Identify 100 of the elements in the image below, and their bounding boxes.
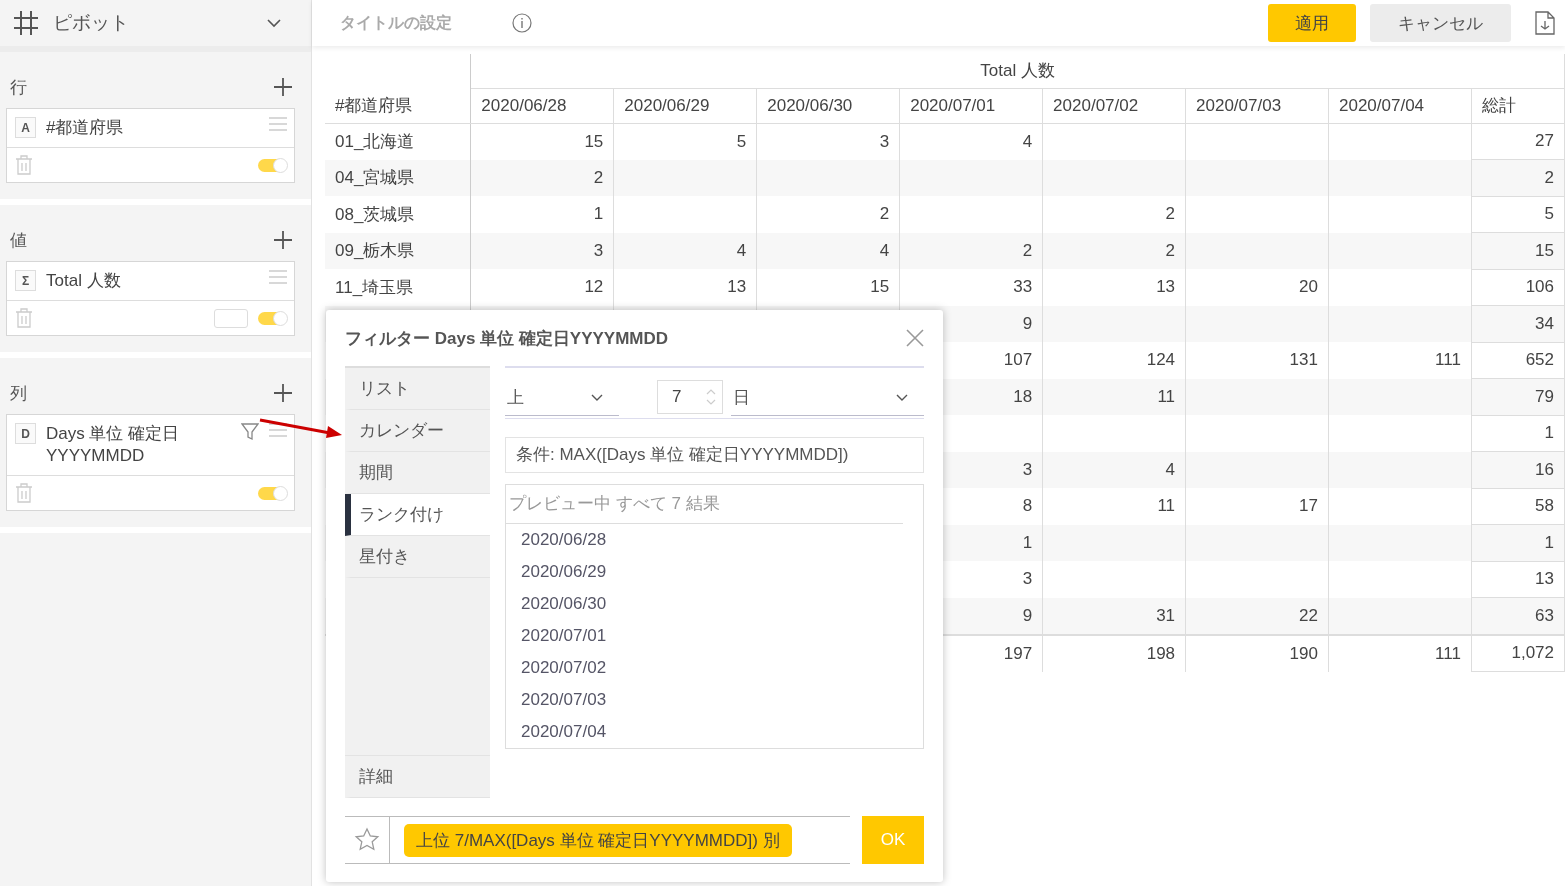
plus-icon[interactable] [273, 77, 293, 97]
table-cell: 111 [1435, 350, 1461, 370]
table-cell: 13 [1535, 569, 1554, 589]
dialog-title: フィルター Days 単位 確定日YYYYMMDD [345, 327, 669, 350]
filter-tab[interactable]: カレンダー [345, 410, 490, 452]
table-cell: 4 [1022, 131, 1033, 151]
plus-icon[interactable] [273, 383, 293, 403]
table-cell: 107 [1003, 350, 1033, 370]
row-label: 11_埼玉県 [335, 277, 414, 297]
star-icon[interactable] [354, 827, 380, 853]
table-cell: 2 [1165, 240, 1176, 260]
preview-header: プレビュー中 すべて 7 結果 [506, 485, 903, 524]
preview-item: 2020/07/01 [520, 625, 608, 647]
column-header: 2020/06/28 [481, 95, 567, 115]
direction-dropdown[interactable]: 上 [505, 380, 619, 416]
total-cell: 190 [1289, 643, 1318, 663]
table-cell: 34 [1535, 313, 1554, 333]
table-cell: 5 [736, 131, 747, 151]
table-cell: 1 [1022, 532, 1033, 552]
row-label: 04_宮城県 [335, 168, 415, 188]
row-label: 09_栃木県 [335, 241, 415, 261]
table-cell: 58 [1535, 496, 1554, 516]
filter-tab[interactable]: ランク付け [345, 494, 490, 536]
count-spinner[interactable]: 7 [657, 380, 723, 414]
table-cell: 9 [1022, 313, 1033, 333]
table-cell: 3 [1022, 569, 1033, 589]
drag-handle-icon[interactable] [269, 270, 287, 284]
table-cell: 11 [1157, 496, 1176, 516]
section-label: 値 [10, 229, 27, 252]
table-cell: 33 [1013, 277, 1033, 297]
table-cell: 22 [1299, 605, 1318, 625]
table-cell: 3 [1022, 459, 1033, 479]
table-cell: 63 [1535, 605, 1554, 625]
table-cell: 124 [1146, 350, 1176, 370]
table-cell: 1 [593, 204, 604, 224]
filter-tab[interactable]: 詳細 [345, 756, 490, 798]
table-cell: 15 [870, 277, 890, 297]
toggle-switch[interactable] [258, 486, 287, 500]
grid-icon [13, 10, 39, 36]
table-cell: 3 [879, 131, 890, 151]
toggle-switch[interactable] [258, 158, 287, 172]
info-icon [512, 13, 532, 33]
column-header: 2020/07/01 [910, 95, 996, 115]
panel-title: ピボット [53, 11, 129, 35]
table-cell: 2 [879, 204, 890, 224]
table-cell: 20 [1299, 277, 1318, 297]
trash-icon[interactable] [15, 483, 33, 503]
table-cell: 1 [1544, 532, 1554, 552]
group-header: Total 人数 [980, 61, 1055, 81]
column-header: #都道府県 [335, 95, 413, 115]
close-icon[interactable] [906, 329, 924, 347]
filter-tab[interactable]: 星付き [345, 536, 490, 578]
type-badge: A [15, 117, 36, 138]
chevron-down-icon [896, 393, 908, 402]
column-header: 2020/07/04 [1339, 95, 1425, 115]
table-cell: 13 [1156, 277, 1176, 297]
chevron-down-icon[interactable] [267, 18, 281, 28]
table-cell: 79 [1535, 386, 1554, 406]
table-cell: 13 [727, 277, 747, 297]
table-cell: 1 [1544, 423, 1554, 443]
column-header: 2020/06/29 [624, 95, 710, 115]
spinner-arrows-icon [706, 387, 716, 407]
table-cell: 15 [1535, 240, 1554, 260]
trash-icon[interactable] [15, 308, 33, 328]
table-cell: 652 [1525, 350, 1554, 370]
row-label: 01_北海道 [335, 132, 415, 151]
filter-icon[interactable] [241, 423, 259, 441]
filter-tab[interactable]: リスト [345, 368, 490, 410]
column-header: 2020/07/02 [1053, 95, 1139, 115]
cancel-button[interactable]: キャンセル [1370, 4, 1511, 42]
table-cell: 4 [1165, 459, 1176, 479]
document-icon[interactable] [1535, 11, 1555, 35]
table-cell: 2 [1544, 167, 1554, 187]
table-cell: 4 [736, 240, 747, 260]
condition-field[interactable]: 条件: MAX([Days 単位 確定日YYYYMMDD]) [505, 437, 924, 473]
apply-button[interactable]: 適用 [1268, 4, 1356, 42]
field-name: #都道府県 [46, 117, 124, 139]
type-badge: Σ [15, 270, 36, 291]
plus-icon[interactable] [273, 230, 293, 250]
trash-icon[interactable] [15, 155, 33, 175]
table-cell: 27 [1535, 131, 1554, 151]
table-cell: 12 [584, 277, 604, 297]
preview-item: 2020/06/29 [520, 561, 608, 583]
drag-handle-icon[interactable] [269, 117, 287, 131]
toggle-switch[interactable] [258, 311, 287, 325]
table-cell: 106 [1525, 277, 1554, 297]
preview-item: 2020/06/30 [520, 593, 608, 615]
drag-handle-icon[interactable] [269, 423, 287, 437]
section-label: 行 [10, 76, 27, 99]
table-cell: 131 [1289, 350, 1318, 370]
table-cell: 16 [1535, 459, 1554, 479]
total-cell: 1,072 [1511, 643, 1554, 663]
table-cell: 2 [1022, 240, 1033, 260]
table-cell: 11 [1157, 386, 1176, 406]
unit-dropdown[interactable]: 日 [731, 380, 924, 416]
summary-chip: 上位 7/MAX([Days 単位 確定日YYYYMMDD]) 別 [404, 823, 792, 857]
table-cell: 17 [1299, 496, 1318, 516]
chevron-down-icon [591, 393, 603, 402]
field-name: Days 単位 確定日YYYYMMDD [46, 423, 181, 467]
preview-item: 2020/07/02 [520, 657, 608, 679]
